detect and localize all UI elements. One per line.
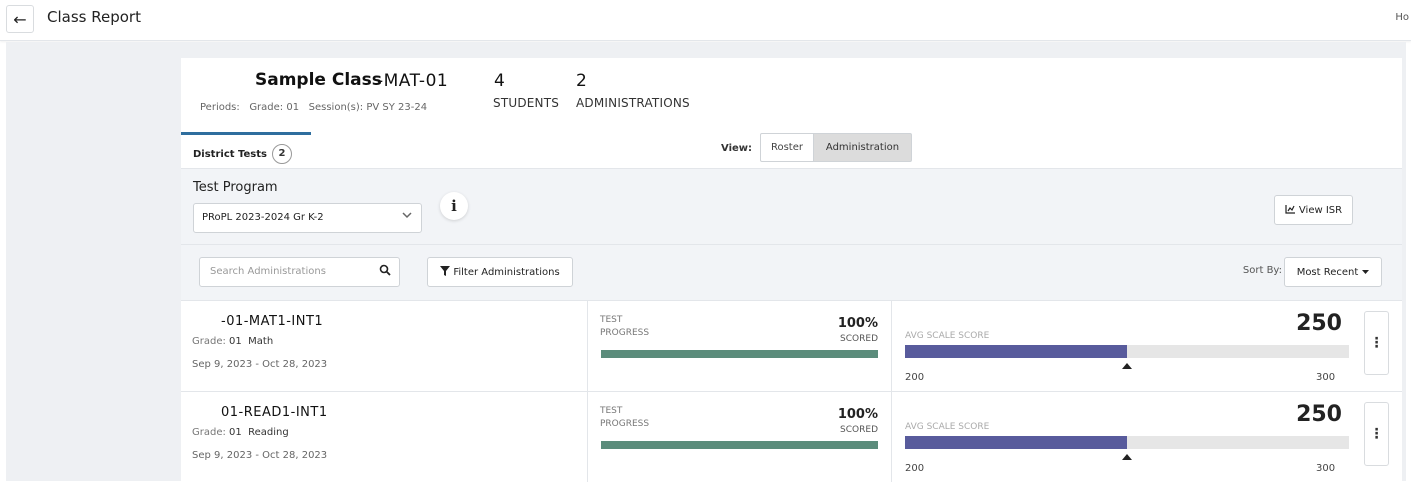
search-placeholder: Search Administrations	[210, 266, 326, 277]
sort-by-label: Sort By:	[1242, 265, 1282, 276]
class-meta: Periods: Grade: 01 Session(s): PV SY 23-…	[200, 102, 427, 113]
filter-administrations-button[interactable]: Filter Administrations	[427, 257, 573, 287]
arrow-left-icon: ←	[13, 9, 27, 29]
chart-icon	[1285, 204, 1296, 217]
tab-label: District Tests	[193, 149, 267, 160]
administration-grade: Grade: 01 Reading	[192, 427, 289, 438]
progress-bar	[601, 350, 878, 358]
progress-bar	[601, 441, 878, 449]
avg-score-value: 250	[1296, 311, 1342, 336]
administration-info-cell: -01-MAT1-INT1 Grade: 01 Math Sep 9, 2023…	[181, 301, 588, 391]
grade-label: Grade:	[192, 336, 226, 347]
avg-scale-score-cell: AVG SCALE SCORE 250 200 300 ⋮	[892, 392, 1402, 482]
subject: Reading	[248, 427, 289, 438]
administration-dates: Sep 9, 2023 - Oct 28, 2023	[192, 359, 328, 370]
test-progress-cell: TEST PROGRESS 100% SCORED	[588, 392, 892, 482]
progress-status: SCORED	[840, 425, 878, 435]
info-button[interactable]: i	[440, 192, 468, 220]
top-bar: ← Class Report Ho	[0, 0, 1411, 41]
administration-grade: Grade: 01 Math	[192, 336, 273, 347]
view-isr-label: View ISR	[1298, 204, 1343, 216]
progress-bar-fill	[601, 441, 878, 449]
back-button[interactable]: ←	[6, 5, 34, 33]
avg-score-label: AVG SCALE SCORE	[905, 331, 990, 341]
class-report-card: Sample Class -MAT-01 Periods: Grade: 01 …	[181, 58, 1402, 482]
divider	[181, 244, 1402, 245]
class-code: -MAT-01	[377, 71, 449, 91]
test-program-select[interactable]: PRoPL 2023-2024 Gr K-2	[193, 203, 422, 233]
avg-score-label: AVG SCALE SCORE	[905, 422, 990, 432]
avg-scale-score-cell: AVG SCALE SCORE 250 200 300 ⋮	[892, 301, 1402, 391]
search-administrations-input[interactable]: Search Administrations	[199, 257, 400, 287]
chevron-down-icon	[401, 209, 413, 224]
progress-status: SCORED	[840, 334, 878, 344]
view-isr-button[interactable]: View ISR	[1274, 195, 1353, 225]
tab-count-badge: 2	[272, 144, 292, 164]
avg-score-value: 250	[1296, 402, 1342, 427]
administration-row: -01-MAT1-INT1 Grade: 01 Math Sep 9, 2023…	[181, 300, 1402, 391]
score-bar	[905, 436, 1349, 449]
score-max: 300	[1316, 463, 1336, 474]
grade-value: 01	[229, 336, 242, 347]
administration-name[interactable]: 01-READ1-INT1	[221, 405, 328, 420]
sort-by-select[interactable]: Most Recent	[1284, 257, 1382, 287]
progress-label-1: TEST	[600, 406, 623, 416]
administration-dates: Sep 9, 2023 - Oct 28, 2023	[192, 450, 328, 461]
view-roster-button[interactable]: Roster	[760, 133, 814, 162]
subject: Math	[248, 336, 274, 347]
periods-label: Periods:	[200, 102, 240, 113]
search-icon	[379, 264, 391, 279]
more-options-icon[interactable]: ⋮	[1364, 402, 1389, 466]
sort-by-value: Most Recent	[1296, 266, 1359, 278]
sessions-text: Session(s): PV SY 23-24	[308, 102, 428, 113]
grade-value: 01	[229, 427, 242, 438]
score-marker-icon	[1122, 363, 1132, 369]
grade-label: Grade:	[192, 427, 226, 438]
filter-label: Filter Administrations	[453, 266, 560, 278]
top-right-link[interactable]: Ho	[1395, 12, 1409, 23]
administrations-count: 2	[576, 71, 587, 91]
tab-district-tests[interactable]: District Tests 2	[181, 132, 311, 171]
administration-row: 01-READ1-INT1 Grade: 01 Reading Sep 9, 2…	[181, 391, 1402, 482]
progress-percent: 100%	[837, 316, 878, 331]
class-name: Sample Class	[255, 70, 382, 90]
filter-icon	[440, 265, 451, 279]
progress-label-2: PROGRESS	[600, 328, 650, 338]
administration-info-cell: 01-READ1-INT1 Grade: 01 Reading Sep 9, 2…	[181, 392, 588, 482]
score-min: 200	[905, 463, 925, 474]
progress-label-1: TEST	[600, 315, 623, 325]
score-max: 300	[1316, 372, 1336, 383]
administration-name[interactable]: -01-MAT1-INT1	[221, 314, 323, 329]
students-label: STUDENTS	[493, 96, 560, 110]
page-title: Class Report	[47, 8, 141, 26]
progress-percent: 100%	[837, 407, 878, 422]
progress-bar-fill	[601, 350, 878, 358]
caret-down-icon	[1362, 267, 1370, 278]
administrations-label: ADMINISTRATIONS	[576, 96, 690, 110]
score-marker-icon	[1122, 454, 1132, 460]
score-min: 200	[905, 372, 925, 383]
test-program-value: PRoPL 2023-2024 Gr K-2	[202, 212, 324, 223]
more-options-icon[interactable]: ⋮	[1364, 311, 1389, 375]
students-count: 4	[494, 71, 505, 91]
grade-text: Grade: 01	[249, 102, 300, 113]
filter-panel: Test Program PRoPL 2023-2024 Gr K-2 i Vi…	[181, 168, 1402, 302]
score-bar	[905, 345, 1349, 358]
view-label: View:	[721, 143, 753, 154]
test-progress-cell: TEST PROGRESS 100% SCORED	[588, 301, 892, 391]
score-bar-fill	[905, 345, 1127, 358]
test-program-label: Test Program	[193, 180, 278, 195]
progress-label-2: PROGRESS	[600, 419, 650, 429]
score-bar-fill	[905, 436, 1127, 449]
view-administration-button[interactable]: Administration	[813, 133, 912, 162]
